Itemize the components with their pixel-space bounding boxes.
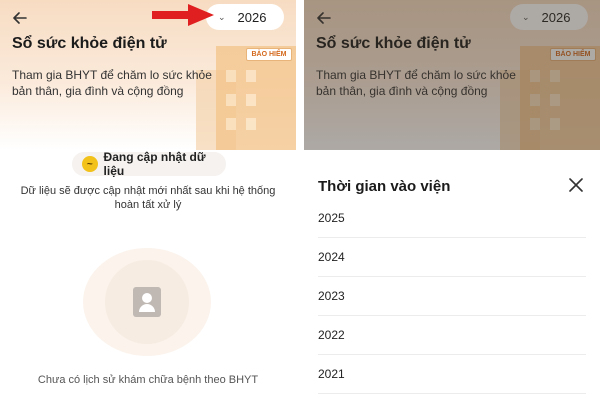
back-button[interactable]: [8, 6, 32, 30]
panel-divider: [296, 0, 304, 400]
year-selector-value: 2026: [237, 9, 267, 25]
user-document-icon: [133, 287, 161, 317]
updating-description: Dữ liệu sẽ được cập nhật mới nhất sau kh…: [20, 185, 276, 211]
close-button[interactable]: [566, 175, 586, 195]
year-selector[interactable]: ⌄ 2026: [206, 4, 284, 30]
empty-state-text: Chưa có lịch sử khám chữa bệnh theo BHYT: [37, 374, 259, 386]
updating-status-chip: ~ Đang cập nhật dữ liệu: [72, 150, 226, 178]
year-options-list: 2025 2024 2023 2022 2021: [318, 198, 586, 394]
arrow-left-icon: [13, 12, 27, 24]
year-option[interactable]: 2023: [318, 277, 586, 316]
year-option[interactable]: 2025: [318, 198, 586, 238]
red-arrow-icon: [152, 4, 214, 26]
empty-state-illustration: [83, 248, 211, 356]
close-icon: [569, 178, 583, 192]
year-option[interactable]: 2021: [318, 355, 586, 394]
insurance-sign: BẢO HIỂM: [246, 48, 292, 61]
year-picker-sheet: Thời gian vào viện 2025 2024 2023 2022 2…: [304, 158, 600, 400]
year-option[interactable]: 2022: [318, 316, 586, 355]
sync-icon: ~: [82, 156, 98, 172]
chevron-down-icon: ⌄: [218, 11, 226, 22]
year-option[interactable]: 2024: [318, 238, 586, 277]
header-hero: BẢO HIỂM ⌄ 2026 Sổ sức khỏe điện tử Tham…: [0, 0, 296, 150]
sheet-title: Thời gian vào viện: [318, 178, 451, 195]
updating-status-label: Đang cập nhật dữ liệu: [103, 150, 206, 178]
building-illustration: [216, 46, 296, 150]
screen-before: BẢO HIỂM ⌄ 2026 Sổ sức khỏe điện tử Tham…: [0, 0, 296, 400]
modal-backdrop[interactable]: [304, 0, 600, 150]
page-subtitle: Tham gia BHYT để chăm lo sức khỏe bản th…: [12, 68, 212, 98]
page-title: Sổ sức khỏe điện tử: [12, 35, 167, 52]
screen-after: BẢO HIỂM ⌄ 2026 Sổ sức khỏe điện tử Tham…: [304, 0, 600, 400]
